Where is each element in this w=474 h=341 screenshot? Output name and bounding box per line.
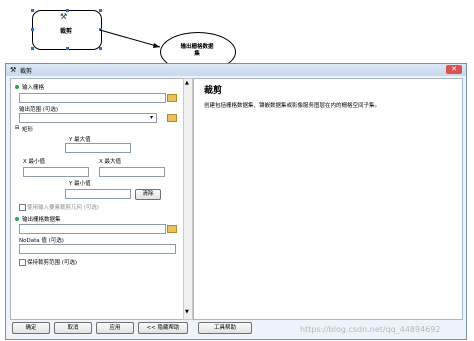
x-max-label: X 最大值 (99, 159, 122, 165)
y-max-label: Y 最大值 (69, 137, 91, 143)
scroll-up-icon[interactable]: ▲ (185, 80, 189, 86)
watermark: https://blog.csdn.net/qq_44894692 (300, 325, 441, 334)
use-geometry-checkbox[interactable] (19, 204, 26, 211)
hammer-icon: ⚒ (10, 66, 17, 74)
clip-dialog: ⚒ 裁剪 ✕ 输入栅格 输出范围 (可选) ▾ ⊟ 矩形 Y 最大值 X 最小值… (5, 63, 467, 340)
cancel-button[interactable]: 取消 (54, 322, 92, 334)
help-panel: 裁剪 创建包括栅格数据集、镶嵌数据集或影像服务图层在内的栅格空间子集。 (193, 78, 463, 320)
output-raster-dataset-label: 输出栅格数据集 (22, 217, 61, 223)
connector-line (99, 29, 161, 48)
apply-button[interactable]: 应用 (96, 322, 134, 334)
output-raster-dataset-field[interactable] (19, 224, 166, 234)
clear-button[interactable]: 清除 (135, 189, 161, 200)
y-min-label: Y 最小值 (69, 181, 91, 187)
required-dot-icon (15, 85, 19, 89)
tool-help-button[interactable]: 工具帮助 (198, 322, 252, 334)
ok-button[interactable]: 确定 (12, 322, 50, 334)
dialog-titlebar[interactable]: ⚒ 裁剪 ✕ (6, 64, 466, 76)
rectangle-label: 矩形 (22, 127, 34, 133)
keep-extent-checkbox[interactable] (19, 259, 26, 266)
y-max-field[interactable] (65, 143, 131, 153)
output-extent-select[interactable] (19, 113, 157, 123)
folder-icon[interactable] (167, 225, 177, 233)
collapse-icon[interactable]: ⊟ (15, 125, 20, 131)
x-min-field[interactable] (23, 167, 89, 177)
x-max-field[interactable] (99, 167, 165, 177)
x-min-label: X 最小值 (23, 159, 46, 165)
close-button[interactable]: ✕ (446, 65, 462, 74)
chevron-down-icon[interactable]: ▾ (150, 114, 153, 121)
use-geometry-label: 使用输入要素裁剪几何 (可选) (27, 205, 100, 211)
dialog-title: 裁剪 (20, 68, 33, 75)
output-extent-label: 输出范围 (可选) (19, 107, 59, 113)
parameters-scrollbar[interactable]: ▲ ▼ (183, 78, 193, 320)
folder-icon[interactable] (167, 114, 177, 122)
parameters-panel: 输入栅格 输出范围 (可选) ▾ ⊟ 矩形 Y 最大值 X 最小值 X 最大值 … (10, 78, 185, 320)
nodata-field[interactable] (19, 244, 176, 254)
required-dot-icon (15, 217, 19, 221)
folder-icon[interactable] (167, 94, 177, 102)
input-raster-label: 输入栅格 (22, 85, 45, 91)
arrowhead-icon (153, 43, 160, 48)
nodata-label: NoData 值 (可选) (19, 238, 64, 244)
scroll-down-icon[interactable]: ▼ (185, 309, 189, 315)
help-description: 创建包括栅格数据集、镶嵌数据集或影像服务图层在内的栅格空间子集。 (204, 103, 381, 109)
input-raster-field[interactable] (19, 93, 166, 103)
y-min-field[interactable] (65, 189, 131, 199)
keep-extent-label: 保持裁剪范围 (可选) (27, 260, 78, 266)
output-raster-label: 输出栅格数据 集 (180, 44, 214, 57)
help-title: 裁剪 (204, 86, 223, 96)
hide-help-button[interactable]: << 隐藏帮助 (138, 322, 188, 334)
